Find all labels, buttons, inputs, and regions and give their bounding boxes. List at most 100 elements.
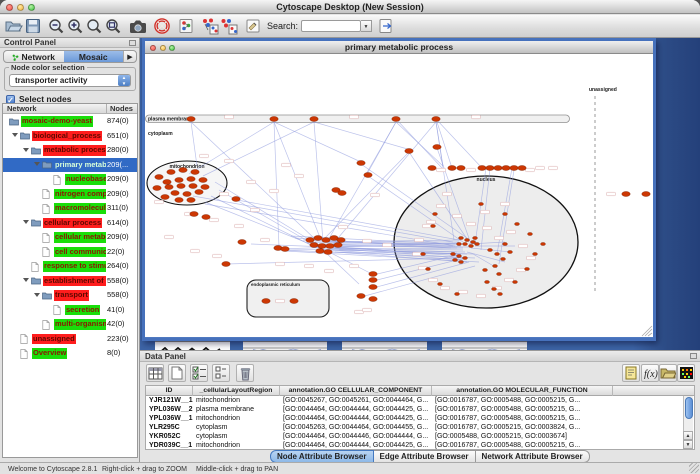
graph-node[interactable]	[642, 192, 650, 197]
node-label-box[interactable]	[437, 168, 446, 172]
graph-node[interactable]	[262, 299, 270, 304]
vizmapper-button[interactable]	[176, 17, 195, 36]
graph-node[interactable]	[326, 244, 334, 249]
tree-row[interactable]: cellular process614(0)	[3, 216, 137, 231]
open-button[interactable]	[4, 17, 23, 36]
tree-row[interactable]: nucleobase-209(0)	[3, 172, 137, 187]
graph-node[interactable]	[392, 117, 400, 122]
node-label-box[interactable]	[371, 193, 380, 197]
minimized-window[interactable]	[155, 341, 230, 350]
search-go-button[interactable]	[376, 17, 395, 36]
tree-row[interactable]: macromolecule311(0)	[3, 201, 137, 216]
data-panel-float-icon[interactable]	[690, 353, 697, 359]
save-button[interactable]	[23, 17, 42, 36]
node-label-box[interactable]	[305, 264, 314, 268]
graph-node[interactable]	[478, 166, 486, 171]
node-label-box[interactable]	[295, 174, 304, 178]
expander-icon[interactable]	[34, 162, 40, 166]
graph-node[interactable]	[165, 185, 173, 190]
node-label-box[interactable]	[355, 310, 364, 314]
scroll-up-button[interactable]: ▲	[683, 431, 693, 440]
graph-node[interactable]	[338, 191, 346, 196]
node-label-box[interactable]	[383, 243, 392, 247]
graph-node[interactable]	[495, 253, 500, 256]
node-label-box[interactable]	[191, 249, 200, 253]
table-row[interactable]: YPL036W__2plasma membrane[GO:0044464, GO…	[146, 405, 694, 414]
zoom-fit-button[interactable]	[85, 17, 104, 36]
graph-node[interactable]	[290, 299, 298, 304]
graph-node[interactable]	[510, 166, 518, 171]
zoom-out-button[interactable]	[47, 17, 66, 36]
graph-node[interactable]	[369, 272, 377, 277]
graph-node[interactable]	[541, 243, 546, 246]
graph-node[interactable]	[432, 117, 440, 122]
graph-node[interactable]	[486, 166, 494, 171]
graph-node[interactable]	[177, 184, 185, 189]
graph-node[interactable]	[310, 243, 318, 248]
graph-node[interactable]	[238, 240, 246, 245]
node-label-box[interactable]	[261, 238, 270, 242]
node-label-box[interactable]	[607, 192, 616, 196]
expander-icon[interactable]	[23, 148, 29, 152]
graph-node[interactable]	[171, 191, 179, 196]
graph-node[interactable]	[316, 249, 324, 254]
expander-icon[interactable]	[23, 220, 29, 224]
graph-node[interactable]	[222, 262, 230, 267]
graph-node[interactable]	[232, 197, 240, 202]
graph-node[interactable]	[364, 173, 372, 178]
node-label-box[interactable]	[213, 254, 222, 258]
graph-node[interactable]	[475, 243, 480, 246]
node-label-box[interactable]	[427, 220, 436, 224]
graph-node[interactable]	[453, 259, 458, 262]
node-label-box[interactable]	[247, 180, 256, 184]
graph-node[interactable]	[503, 213, 508, 216]
graph-node[interactable]	[433, 145, 441, 150]
zoom-in-button[interactable]	[66, 17, 85, 36]
unselect-attrs-button[interactable]	[212, 364, 230, 382]
node-label-box[interactable]	[220, 192, 229, 196]
tree-row[interactable]: primary metabo209(...	[3, 158, 137, 173]
node-label-box[interactable]	[481, 210, 490, 214]
node-label-box[interactable]	[501, 202, 510, 206]
node-label-box[interactable]	[477, 294, 486, 298]
node-label-box[interactable]	[225, 115, 234, 119]
graph-node[interactable]	[421, 253, 426, 256]
fx-button[interactable]: f(x)	[641, 364, 659, 382]
trash-button[interactable]	[236, 364, 254, 382]
layout-a-button[interactable]	[200, 17, 219, 36]
graph-node[interactable]	[457, 255, 462, 258]
node-label-box[interactable]	[276, 299, 285, 303]
node-label-box[interactable]	[507, 230, 516, 234]
graph-node[interactable]	[357, 294, 365, 299]
node-label-box[interactable]	[429, 278, 438, 282]
graph-node[interactable]	[528, 233, 533, 236]
node-label-box[interactable]	[210, 218, 219, 222]
graph-node[interactable]	[488, 249, 493, 252]
graph-node[interactable]	[322, 238, 330, 243]
graph-node[interactable]	[187, 198, 195, 203]
graph-node[interactable]	[187, 117, 195, 122]
scroll-down-button[interactable]: ▼	[683, 440, 693, 449]
graph-node[interactable]	[502, 166, 510, 171]
graph-node[interactable]	[179, 168, 187, 173]
graph-node[interactable]	[187, 177, 195, 182]
graph-node[interactable]	[369, 278, 377, 283]
node-label-box[interactable]	[270, 189, 279, 193]
tree-row[interactable]: cellular metabol209(0)	[3, 230, 137, 245]
tree-row[interactable]: cell communicat22(0)	[3, 245, 137, 260]
search-dropdown-arrow[interactable]: ▼	[361, 20, 372, 32]
graph-node[interactable]	[369, 297, 377, 302]
graph-node[interactable]	[622, 192, 630, 197]
node-label-box[interactable]	[505, 278, 514, 282]
layout-b-button[interactable]	[219, 17, 238, 36]
node-label-box[interactable]	[413, 252, 422, 256]
graph-node[interactable]	[183, 192, 191, 197]
node-label-box[interactable]	[363, 239, 372, 243]
graph-node[interactable]	[202, 215, 210, 220]
new-button[interactable]	[168, 364, 186, 382]
graph-node[interactable]	[426, 268, 431, 271]
table-row[interactable]: YPL036W__1mitochondrion[GO:0044464, GO:0…	[146, 414, 694, 423]
column-header[interactable]: annotation.GO MOLECULAR_FUNCTION	[432, 386, 613, 396]
graph-node[interactable]	[501, 258, 506, 261]
node-label-box[interactable]	[350, 115, 359, 119]
